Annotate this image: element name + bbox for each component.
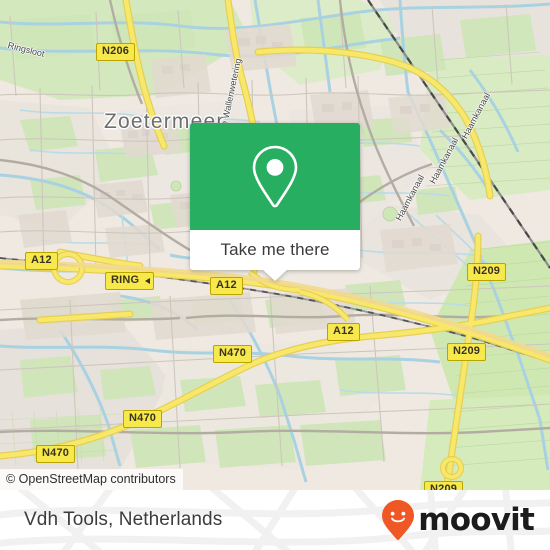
road-shield-n470-west[interactable]: N470: [36, 445, 76, 463]
road-shield-a12-west[interactable]: A12: [25, 252, 58, 270]
callout-pointer-tail: [262, 269, 288, 281]
place-title: Vdh Tools, Netherlands: [24, 509, 223, 530]
location-callout-card[interactable]: Take me there: [190, 123, 360, 281]
road-shield-ring[interactable]: RING: [105, 272, 155, 290]
moovit-pin-smile-icon: [382, 500, 415, 540]
road-shield-n209-lower[interactable]: N209: [424, 481, 464, 490]
callout-action-panel[interactable]: Take me there: [190, 230, 360, 281]
road-shield-ring-label: RING: [111, 274, 140, 286]
map-canvas[interactable]: Zoetermeer Ringsloot dse Wallenwetering …: [0, 0, 550, 490]
map-attribution[interactable]: © OpenStreetMap contributors: [0, 469, 183, 490]
road-shield-n209-upper[interactable]: N209: [467, 263, 507, 281]
moovit-wordmark: moovit: [418, 501, 535, 538]
callout-icon-panel: [190, 123, 360, 230]
footer-bar: Vdh Tools, Netherlands moovit: [0, 490, 550, 550]
moovit-place-screenshot: Zoetermeer Ringsloot dse Wallenwetering …: [0, 0, 550, 550]
road-shield-n206[interactable]: N206: [96, 43, 136, 61]
road-shield-a12-center[interactable]: A12: [210, 277, 243, 295]
moovit-brand-logo[interactable]: moovit: [381, 499, 535, 541]
road-shield-n209-middle[interactable]: N209: [447, 343, 487, 361]
road-shield-n470-lower[interactable]: N470: [123, 410, 163, 428]
road-shield-a12-east[interactable]: A12: [327, 323, 360, 341]
arrow-right-icon: [145, 278, 151, 284]
road-shield-n470-center[interactable]: N470: [213, 345, 253, 363]
map-pin-icon: [252, 145, 298, 207]
take-me-there-label: Take me there: [220, 240, 330, 259]
